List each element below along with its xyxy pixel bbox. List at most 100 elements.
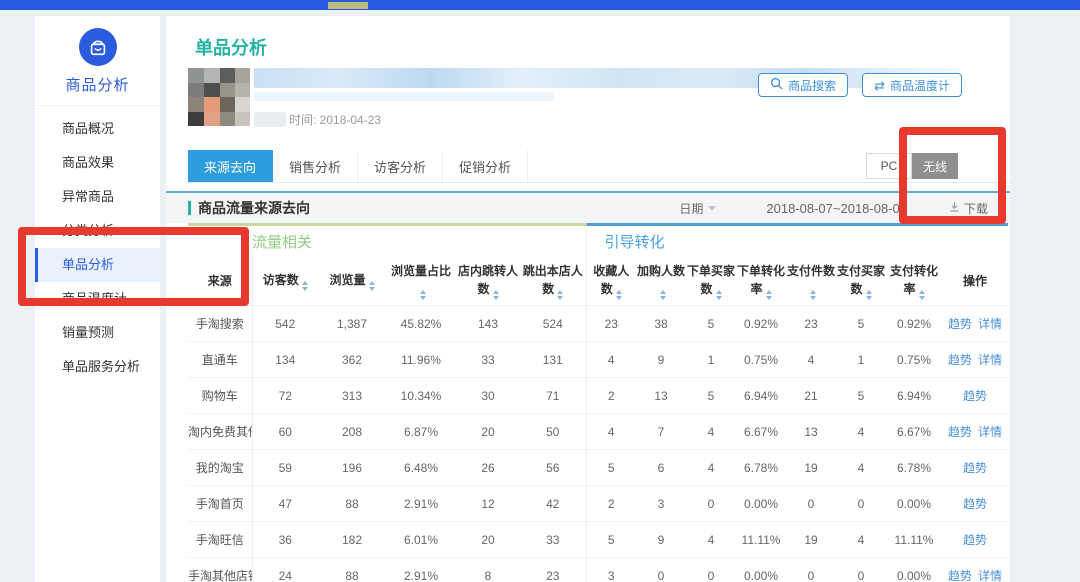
table-row: 直通车13436211.96%331314910.75%410.75%趋势详情 xyxy=(188,342,1008,378)
section-accent-bar xyxy=(188,201,191,215)
sort-icon[interactable] xyxy=(919,290,925,300)
value-cell: 0.00% xyxy=(736,486,786,522)
product-thermometer-button[interactable]: ⇄ 商品温度计 xyxy=(862,73,962,97)
value-cell: 6.78% xyxy=(736,450,786,486)
tab-来源去向[interactable]: 来源去向 xyxy=(188,150,273,182)
sort-icon[interactable] xyxy=(616,290,622,300)
column-header-支付买家数[interactable]: 支付买家数 xyxy=(836,258,886,306)
sidebar-item-销量预测[interactable]: 销量预测 xyxy=(35,316,160,350)
action-cell: 趋势详情 xyxy=(942,558,1008,582)
sidebar-logo-block: 商品分析 xyxy=(35,16,160,106)
action-link-趋势[interactable]: 趋势 xyxy=(963,389,987,403)
action-link-详情[interactable]: 详情 xyxy=(978,425,1002,439)
sort-icon[interactable] xyxy=(369,281,375,291)
action-link-趋势[interactable]: 趋势 xyxy=(963,533,987,547)
action-link-趋势[interactable]: 趋势 xyxy=(948,317,972,331)
column-header-label: 来源 xyxy=(208,274,232,288)
value-cell: 38 xyxy=(636,306,686,342)
action-link-趋势[interactable]: 趋势 xyxy=(948,353,972,367)
value-cell: 5 xyxy=(836,306,886,342)
action-link-详情[interactable]: 详情 xyxy=(978,569,1002,582)
sort-down-arrow xyxy=(766,296,772,300)
value-cell: 4 xyxy=(836,414,886,450)
tab-访客分析[interactable]: 访客分析 xyxy=(358,150,443,182)
value-cell: 313 xyxy=(318,378,386,414)
column-header-支付转化率[interactable]: 支付转化率 xyxy=(886,258,942,306)
product-meta-line: 时间: 2018-04-23 xyxy=(254,111,978,128)
product-search-button[interactable]: 商品搜索 xyxy=(758,73,848,97)
value-cell: 5 xyxy=(686,306,736,342)
value-cell: 0.75% xyxy=(886,342,942,378)
date-range-value[interactable]: 2018-08-07~2018-08-07 xyxy=(766,201,907,216)
value-cell: 134 xyxy=(252,342,318,378)
sort-up-arrow xyxy=(919,290,925,294)
download-button[interactable]: 下载 xyxy=(949,200,988,217)
section-bar: 商品流量来源去向 日期 2018-08-07~2018-08-07 下载 xyxy=(166,191,1010,223)
traffic-source-table: 流量相关引导转化来源访客数浏览量浏览量占比店内跳转人数跳出本店人数收藏人数加购人… xyxy=(188,223,1008,582)
value-cell: 56 xyxy=(520,450,586,486)
value-cell: 11.11% xyxy=(736,522,786,558)
value-cell: 131 xyxy=(520,342,586,378)
date-dropdown[interactable]: 日期 xyxy=(679,200,716,217)
value-cell: 208 xyxy=(318,414,386,450)
platform-toggle-无线[interactable]: 无线 xyxy=(912,153,958,179)
sort-down-arrow xyxy=(810,296,816,300)
column-header-支付件数[interactable]: 支付件数 xyxy=(786,258,836,306)
value-cell: 72 xyxy=(252,378,318,414)
sort-icon[interactable] xyxy=(766,290,772,300)
sidebar-item-分类分析[interactable]: 分类分析 xyxy=(35,214,160,248)
value-cell: 0 xyxy=(836,486,886,522)
column-header-浏览量[interactable]: 浏览量 xyxy=(318,258,386,306)
value-cell: 20 xyxy=(456,414,520,450)
sort-icon[interactable] xyxy=(716,290,722,300)
value-cell: 42 xyxy=(520,486,586,522)
sort-icon[interactable] xyxy=(866,290,872,300)
chevron-down-icon xyxy=(708,206,716,211)
value-cell: 182 xyxy=(318,522,386,558)
sidebar-item-单品分析[interactable]: 单品分析 xyxy=(35,248,160,282)
value-cell: 10.34% xyxy=(386,378,456,414)
sort-icon[interactable] xyxy=(493,290,499,300)
value-cell: 5 xyxy=(836,378,886,414)
sidebar-item-单品服务分析[interactable]: 单品服务分析 xyxy=(35,350,160,384)
action-link-详情[interactable]: 详情 xyxy=(978,317,1002,331)
sort-up-arrow xyxy=(766,290,772,294)
sort-down-arrow xyxy=(716,296,722,300)
action-link-趋势[interactable]: 趋势 xyxy=(948,425,972,439)
tab-促销分析[interactable]: 促销分析 xyxy=(443,150,528,182)
column-header-店内跳转人数[interactable]: 店内跳转人数 xyxy=(456,258,520,306)
column-header-收藏人数[interactable]: 收藏人数 xyxy=(586,258,636,306)
sidebar-item-商品效果[interactable]: 商品效果 xyxy=(35,146,160,180)
column-header-跳出本店人数[interactable]: 跳出本店人数 xyxy=(520,258,586,306)
sidebar-item-商品温度计[interactable]: 商品温度计 xyxy=(35,282,160,316)
action-link-详情[interactable]: 详情 xyxy=(978,353,1002,367)
source-cell: 手淘首页 xyxy=(188,486,252,522)
sort-icon[interactable] xyxy=(302,281,308,291)
column-header-浏览量占比[interactable]: 浏览量占比 xyxy=(386,258,456,306)
column-header-加购人数[interactable]: 加购人数 xyxy=(636,258,686,306)
value-cell: 8 xyxy=(456,558,520,582)
sort-icon[interactable] xyxy=(810,290,816,300)
value-cell: 4 xyxy=(836,522,886,558)
column-header-下单买家数[interactable]: 下单买家数 xyxy=(686,258,736,306)
sort-icon[interactable] xyxy=(660,290,666,300)
section-title-text: 商品流量来源去向 xyxy=(198,198,310,218)
tab-销售分析[interactable]: 销售分析 xyxy=(273,150,358,182)
value-cell: 4 xyxy=(686,450,736,486)
sidebar-item-异常商品[interactable]: 异常商品 xyxy=(35,180,160,214)
sort-icon[interactable] xyxy=(557,290,563,300)
action-link-趋势[interactable]: 趋势 xyxy=(963,497,987,511)
platform-toggle-PC[interactable]: PC xyxy=(866,153,912,179)
column-header-下单转化率[interactable]: 下单转化率 xyxy=(736,258,786,306)
value-cell: 0.00% xyxy=(886,558,942,582)
sidebar-item-商品概况[interactable]: 商品概况 xyxy=(35,112,160,146)
column-header-访客数[interactable]: 访客数 xyxy=(252,258,318,306)
sort-icon[interactable] xyxy=(420,290,426,300)
column-header-label: 下单转化率 xyxy=(737,264,785,296)
action-link-趋势[interactable]: 趋势 xyxy=(963,461,987,475)
source-cell: 直通车 xyxy=(188,342,252,378)
sidebar: 商品分析 商品概况商品效果异常商品分类分析单品分析商品温度计销量预测单品服务分析 xyxy=(35,16,160,582)
action-link-趋势[interactable]: 趋势 xyxy=(948,569,972,582)
group-title-conversion: 引导转化 xyxy=(587,234,665,251)
value-cell: 4 xyxy=(686,522,736,558)
